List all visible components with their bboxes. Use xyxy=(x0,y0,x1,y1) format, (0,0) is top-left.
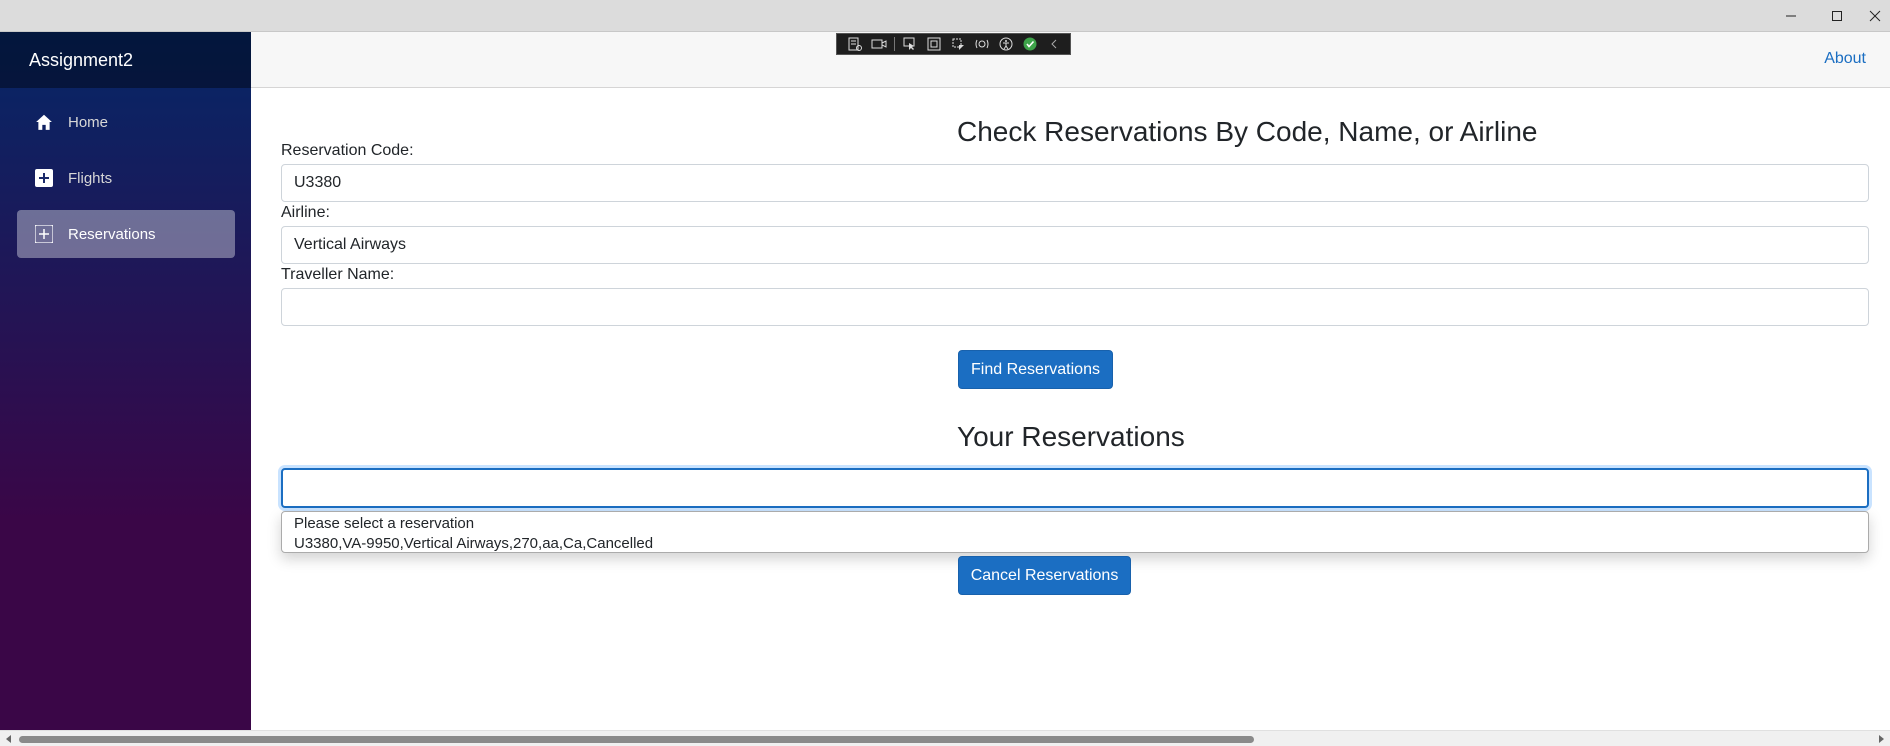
nav-menu: Home Flights Reservations xyxy=(0,88,251,258)
close-icon xyxy=(1869,10,1881,22)
minimize-button[interactable] xyxy=(1768,0,1814,32)
home-icon xyxy=(34,112,54,132)
window-titlebar xyxy=(0,0,1890,32)
close-window-button[interactable] xyxy=(1860,0,1890,32)
scroll-right-icon xyxy=(1879,735,1884,743)
sidebar-item-label: Reservations xyxy=(68,225,156,243)
horizontal-scrollbar[interactable] xyxy=(0,730,1890,746)
track-focus-icon[interactable] xyxy=(949,36,967,52)
plus-square-icon xyxy=(34,168,54,188)
plus-square-icon xyxy=(34,224,54,244)
find-reservations-button[interactable]: Find Reservations xyxy=(958,350,1113,389)
live-tree-icon[interactable] xyxy=(846,36,864,52)
dropdown-option[interactable]: Please select a reservation xyxy=(294,514,1856,534)
app-brand[interactable]: Assignment2 xyxy=(0,32,251,88)
reservation-code-label: Reservation Code: xyxy=(281,142,414,159)
about-link[interactable]: About xyxy=(1824,50,1866,68)
airline-label: Airline: xyxy=(281,204,330,221)
hot-reload-icon[interactable] xyxy=(973,36,991,52)
reservation-code-input[interactable] xyxy=(281,164,1869,202)
minimize-icon xyxy=(1786,15,1796,17)
collapse-chevron-icon[interactable] xyxy=(1045,36,1063,52)
sidebar-item-flights[interactable]: Flights xyxy=(17,154,235,202)
maximize-button[interactable] xyxy=(1814,0,1860,32)
check-success-icon[interactable] xyxy=(1021,36,1039,52)
dropdown-option[interactable]: U3380,VA-9950,Vertical Airways,270,aa,Ca… xyxy=(294,534,1856,554)
maximize-icon xyxy=(1832,11,1842,21)
accessibility-icon[interactable] xyxy=(997,36,1015,52)
reservation-select[interactable] xyxy=(281,468,1869,508)
reservation-dropdown-list: Please select a reservation U3380,VA-995… xyxy=(281,511,1869,553)
sidebar: Assignment2 Home Flights Reservations xyxy=(0,32,251,730)
sidebar-item-home[interactable]: Home xyxy=(17,98,235,146)
sidebar-item-label: Home xyxy=(68,113,109,131)
video-icon[interactable] xyxy=(870,36,888,52)
page-title: Check Reservations By Code, Name, or Air… xyxy=(957,116,1538,147)
airline-input[interactable] xyxy=(281,226,1869,264)
layout-adorner-icon[interactable] xyxy=(925,36,943,52)
cancel-reservations-button[interactable]: Cancel Reservations xyxy=(958,556,1131,595)
scrollbar-thumb[interactable] xyxy=(19,736,1254,743)
traveller-name-input[interactable] xyxy=(281,288,1869,326)
toolbar-separator xyxy=(894,37,895,51)
scroll-left-icon xyxy=(6,735,11,743)
select-element-icon[interactable] xyxy=(901,36,919,52)
debug-toolbar xyxy=(836,33,1071,55)
reservations-heading: Your Reservations xyxy=(957,421,1185,452)
sidebar-item-label: Flights xyxy=(68,169,113,187)
sidebar-item-reservations[interactable]: Reservations xyxy=(17,210,235,258)
traveller-name-label: Traveller Name: xyxy=(281,266,395,283)
